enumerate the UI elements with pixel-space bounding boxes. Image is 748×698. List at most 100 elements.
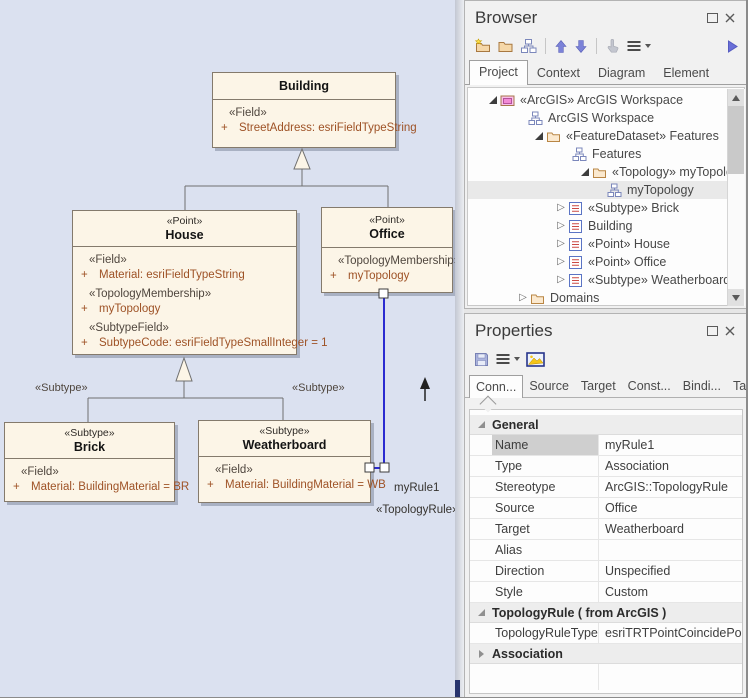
- properties-maximize-button[interactable]: [703, 323, 721, 339]
- browser-maximize-button[interactable]: [703, 10, 721, 26]
- browser-tab-project[interactable]: Project: [469, 60, 528, 85]
- property-row-style[interactable]: StyleCustom: [470, 582, 742, 603]
- tree-item-topology-mytopology[interactable]: «Topology» myTopology: [468, 163, 744, 181]
- connector-stereotype-label[interactable]: «TopologyRule»: [376, 504, 458, 516]
- property-value[interactable]: Custom: [599, 582, 742, 602]
- link-to-element-button[interactable]: [602, 35, 623, 57]
- move-down-button[interactable]: [571, 35, 591, 57]
- property-value[interactable]: ArcGIS::TopologyRule: [599, 477, 742, 497]
- tree-item-features[interactable]: Features: [468, 145, 744, 163]
- tree-item-domains[interactable]: ▷Domains: [468, 289, 744, 306]
- property-name[interactable]: Alias: [492, 540, 599, 560]
- property-value[interactable]: Unspecified: [599, 561, 742, 581]
- properties-tab-conn[interactable]: Conn...: [469, 375, 523, 398]
- tree-item-subtype-brick[interactable]: ▷«Subtype» Brick: [468, 199, 744, 217]
- folder-icon: [497, 38, 514, 54]
- tree-item-point-office[interactable]: ▷«Point» Office: [468, 253, 744, 271]
- project-tree: «ArcGIS» ArcGIS WorkspaceArcGIS Workspac…: [467, 87, 745, 306]
- property-name[interactable]: Target: [492, 519, 599, 539]
- properties-tab-target[interactable]: Target: [575, 375, 622, 397]
- property-row-target[interactable]: TargetWeatherboard: [470, 519, 742, 540]
- generalization-lines-house[interactable]: [88, 381, 283, 422]
- property-name[interactable]: Type: [492, 456, 599, 476]
- property-row-empty[interactable]: [470, 664, 742, 690]
- tree-item-point-house[interactable]: ▷«Point» House: [468, 235, 744, 253]
- property-value[interactable]: Office: [599, 498, 742, 518]
- tree-item-label: Building: [588, 219, 632, 233]
- property-row-direction[interactable]: DirectionUnspecified: [470, 561, 742, 582]
- scroll-down-button[interactable]: [728, 289, 744, 306]
- properties-close-button[interactable]: [721, 323, 739, 339]
- new-folder-icon: [474, 38, 491, 54]
- expand-toggle-icon[interactable]: ▷: [554, 239, 568, 249]
- expand-toggle-icon[interactable]: ▷: [554, 221, 568, 231]
- property-value[interactable]: [599, 664, 742, 690]
- tree-item-featuredataset-features[interactable]: «FeatureDataset» Features: [468, 127, 744, 145]
- connector-handles[interactable]: [365, 289, 389, 472]
- property-value[interactable]: [599, 540, 742, 560]
- properties-tab-const[interactable]: Const...: [622, 375, 677, 397]
- expand-toggle-icon[interactable]: ▷: [554, 275, 568, 285]
- browser-close-button[interactable]: [721, 10, 739, 26]
- properties-tab-bindi[interactable]: Bindi...: [677, 375, 727, 397]
- property-row-source[interactable]: SourceOffice: [470, 498, 742, 519]
- diagram-canvas[interactable]: Building«Field»+StreetAddress: esriField…: [0, 0, 455, 698]
- generalization-lines-building[interactable]: [185, 169, 388, 210]
- property-value[interactable]: Weatherboard: [599, 519, 742, 539]
- expand-toggle-icon[interactable]: ▷: [516, 293, 530, 303]
- properties-tab-tags[interactable]: Tags: [727, 375, 748, 397]
- tree-scrollbar[interactable]: [727, 89, 745, 306]
- property-value[interactable]: esriTRTPointCoincidePoint: [599, 623, 742, 643]
- properties-menu-button[interactable]: [492, 348, 523, 370]
- tree-item-arcgis-workspace[interactable]: ArcGIS Workspace: [468, 109, 744, 127]
- section-expand-icon[interactable]: [470, 650, 492, 658]
- tree-item-subtype-weatherboard[interactable]: ▷«Subtype» Weatherboard: [468, 271, 744, 289]
- collapse-toggle-icon[interactable]: [578, 168, 592, 176]
- section-collapse-icon[interactable]: [470, 609, 492, 616]
- tree-item-mytopology[interactable]: myTopology: [468, 181, 744, 199]
- property-name[interactable]: Stereotype: [492, 477, 599, 497]
- property-row-type[interactable]: TypeAssociation: [470, 456, 742, 477]
- property-row-name[interactable]: NamemyRule1: [470, 435, 742, 456]
- property-value[interactable]: myRule1: [599, 435, 742, 455]
- open-properties-dialog-button[interactable]: [523, 348, 548, 370]
- open-project-button[interactable]: [494, 35, 517, 57]
- browser-tab-element[interactable]: Element: [654, 62, 718, 84]
- section-topologyrule-from-arcgis[interactable]: TopologyRule ( from ArcGIS ): [470, 603, 742, 623]
- tree-item-building[interactable]: ▷ Building: [468, 217, 744, 235]
- collapse-toggle-icon[interactable]: [532, 132, 546, 140]
- property-name[interactable]: Style: [492, 582, 599, 602]
- topology-rule-connector[interactable]: [372, 294, 384, 468]
- connector-name-label[interactable]: myRule1: [394, 482, 439, 494]
- scroll-up-button[interactable]: [728, 89, 744, 106]
- move-up-button[interactable]: [551, 35, 571, 57]
- property-name[interactable]: Name: [492, 435, 599, 455]
- browse-diagrams-button[interactable]: [517, 35, 540, 57]
- panel-splitter[interactable]: [455, 0, 464, 698]
- property-row-topologyruletype[interactable]: TopologyRuleTypeesriTRTPointCoincidePoin…: [470, 623, 742, 644]
- property-name[interactable]: Source: [492, 498, 599, 518]
- browser-tab-diagram[interactable]: Diagram: [589, 62, 654, 84]
- properties-tab-source[interactable]: Source: [523, 375, 575, 397]
- property-name[interactable]: Direction: [492, 561, 599, 581]
- save-button[interactable]: [471, 348, 492, 370]
- property-row-alias[interactable]: Alias: [470, 540, 742, 561]
- property-row-stereotype[interactable]: StereotypeArcGIS::TopologyRule: [470, 477, 742, 498]
- scrollbar-thumb[interactable]: [728, 106, 744, 174]
- collapse-panel-button[interactable]: [724, 35, 741, 57]
- section-association[interactable]: Association: [470, 644, 742, 664]
- section-general[interactable]: General: [470, 415, 742, 435]
- browser-tab-context[interactable]: Context: [528, 62, 589, 84]
- play-right-icon: [727, 40, 738, 53]
- section-collapse-icon[interactable]: [470, 421, 492, 428]
- browser-menu-button[interactable]: [623, 35, 654, 57]
- property-name[interactable]: TopologyRuleType: [492, 623, 599, 643]
- collapse-toggle-icon[interactable]: [486, 96, 500, 104]
- property-value[interactable]: Association: [599, 456, 742, 476]
- tree-item-arcgis-arcgis-workspace[interactable]: «ArcGIS» ArcGIS Workspace: [468, 91, 744, 109]
- tree-item-label: «FeatureDataset» Features: [566, 129, 719, 143]
- expand-toggle-icon[interactable]: ▷: [554, 203, 568, 213]
- expand-toggle-icon[interactable]: ▷: [554, 257, 568, 267]
- property-name[interactable]: [492, 664, 599, 690]
- new-model-button[interactable]: [471, 35, 494, 57]
